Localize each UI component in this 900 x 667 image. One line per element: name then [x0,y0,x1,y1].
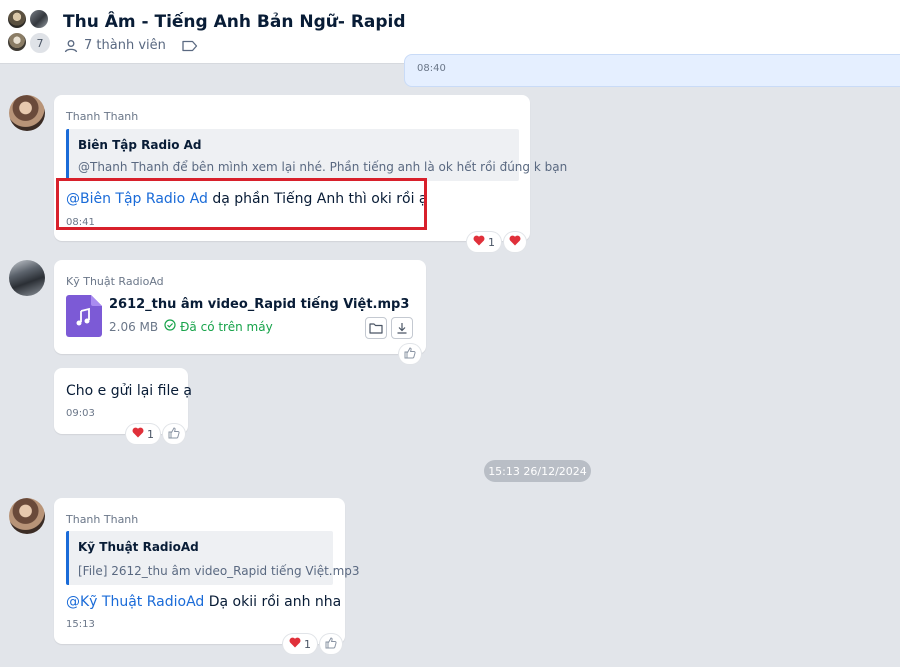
heart-icon [132,427,144,441]
heart-icon [509,235,521,249]
reaction-count: 1 [488,235,495,249]
quoted-message[interactable]: Kỹ Thuật RadioAd [File] 2612_thu âm vide… [66,531,360,585]
quote-sender: Kỹ Thuật RadioAd [78,540,199,554]
heart-icon [289,637,301,651]
group-subtitle: 7 thành viên [64,38,198,53]
quote-sender: Biên Tập Radio Ad [78,138,202,152]
reaction-summary[interactable]: 1 [283,634,317,654]
avatar[interactable] [9,260,45,296]
file-name[interactable]: 2612_thu âm video_Rapid tiếng Việt.mp3 [109,297,409,312]
reaction-summary[interactable]: 1 [467,232,501,252]
message-bubble[interactable]: Thanh Thanh Kỹ Thuật RadioAd [File] 2612… [54,498,360,644]
member-avatar [6,31,28,53]
reaction-summary[interactable]: 1 [126,424,160,444]
file-status: Đã có trên máy [164,319,273,334]
thumbs-up-icon [168,426,180,442]
sender-name: Thanh Thanh [66,513,139,526]
reaction-count: 1 [304,637,311,651]
reaction-count: 1 [147,427,154,441]
like-button[interactable] [399,344,421,364]
person-icon [64,39,78,53]
group-avatar[interactable]: 7 [6,8,54,56]
file-status-text: Đã có trên máy [180,319,273,334]
message-body: Dạ okii rồi anh nha [204,594,342,610]
like-button[interactable] [163,424,185,444]
file-message-bubble[interactable]: Kỹ Thuật RadioAd 2612_thu âm video_Rapid… [54,260,426,354]
like-button[interactable] [320,634,342,654]
quoted-message[interactable]: Biên Tập Radio Ad @Thanh Thanh để bên mì… [66,129,567,181]
group-title[interactable]: Thu Âm - Tiếng Anh Bản Ngữ- Rapid [63,12,406,32]
message-time: 09:03 [66,408,95,419]
download-icon [396,319,408,338]
message-text: @Kỹ Thuật RadioAd Dạ okii rồi anh nha [66,594,341,610]
member-avatar [6,8,28,30]
message-time: 15:13 [66,619,95,630]
thumbs-up-icon [404,346,416,362]
folder-icon [369,319,383,338]
open-folder-button[interactable] [365,317,387,339]
avatar[interactable] [9,498,45,534]
quote-text: [File] 2612_thu âm video_Rapid tiếng Việ… [78,564,360,578]
heart-icon [473,235,485,249]
quote-text: @Thanh Thanh để bên mình xem lại nhé. Ph… [78,160,568,174]
tag-icon[interactable] [182,40,198,52]
check-circle-icon [164,319,176,334]
download-button[interactable] [391,317,413,339]
sender-name: Thanh Thanh [66,110,139,123]
message-text: Cho e gửi lại file ạ [66,383,192,399]
member-avatar [28,8,50,30]
avatar[interactable] [9,95,45,131]
member-count-badge: 7 [28,31,52,55]
thumbs-up-icon [325,636,337,652]
sender-name: Kỹ Thuật RadioAd [66,275,164,288]
date-separator: 15:13 26/12/2024 [484,460,591,482]
music-file-icon[interactable] [66,295,102,337]
react-button[interactable] [504,232,526,252]
message-time: 08:40 [417,63,446,74]
file-meta: 2.06 MB Đã có trên máy [109,319,273,334]
my-message-bubble[interactable]: 08:40 [404,54,900,87]
mention-link[interactable]: @Kỹ Thuật RadioAd [66,594,204,610]
highlight-box [56,178,427,230]
members-link[interactable]: 7 thành viên [84,38,166,53]
file-size: 2.06 MB [109,319,159,334]
